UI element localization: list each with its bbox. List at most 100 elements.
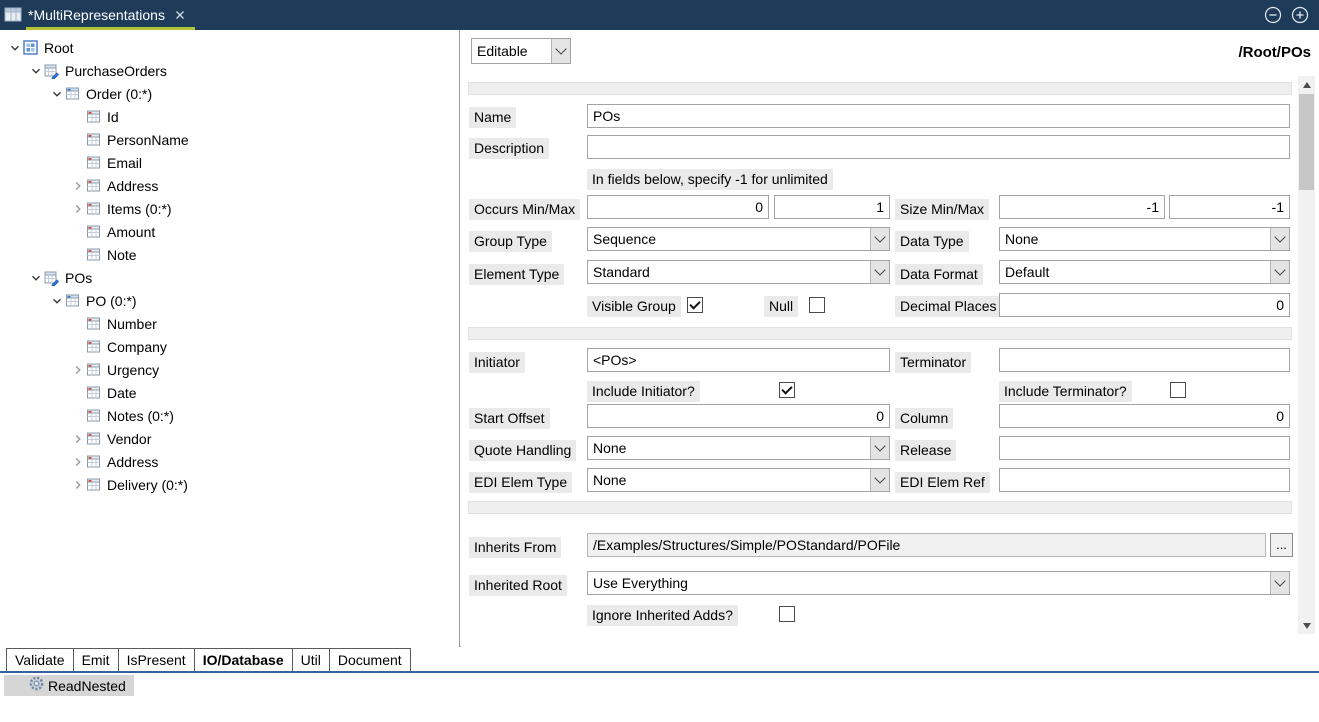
tree-item-order-0[interactable]: Order (0:*)	[0, 82, 459, 105]
dropdown-arrow-icon[interactable]	[1270, 228, 1289, 250]
tree-item-items-0[interactable]: Items (0:*)	[0, 197, 459, 220]
chevron-spacer	[69, 224, 86, 240]
name-input[interactable]	[587, 104, 1290, 128]
tree-item-amount[interactable]: Amount	[0, 220, 459, 243]
chevron-collapsed-icon[interactable]	[69, 178, 86, 194]
tab-ispresent[interactable]: IsPresent	[118, 648, 195, 671]
include-terminator-checkbox[interactable]	[1170, 382, 1186, 398]
tree-item-label: Notes (0:*)	[105, 408, 174, 424]
null-checkbox[interactable]	[809, 297, 825, 313]
tree-item-vendor[interactable]: Vendor	[0, 427, 459, 450]
chevron-expanded-icon[interactable]	[48, 86, 65, 102]
tree-item-label: PurchaseOrders	[63, 63, 167, 79]
tree-item-address[interactable]: Address	[0, 450, 459, 473]
release-label: Release	[895, 440, 956, 461]
release-input[interactable]	[999, 436, 1290, 460]
size-min-max-label: Size Min/Max	[895, 199, 989, 220]
tree-item-notes-0[interactable]: Notes (0:*)	[0, 404, 459, 427]
size-max-input[interactable]	[1169, 195, 1290, 219]
tree-item-urgency[interactable]: Urgency	[0, 358, 459, 381]
dropdown-arrow-icon[interactable]	[1270, 261, 1289, 283]
chevron-collapsed-icon[interactable]	[69, 362, 86, 378]
edi-elem-type-select[interactable]: None	[587, 468, 890, 492]
chevron-spacer	[69, 385, 86, 401]
tree-item-email[interactable]: Email	[0, 151, 459, 174]
description-input[interactable]	[587, 135, 1290, 159]
tree-item-note[interactable]: Note	[0, 243, 459, 266]
scroll-down-icon[interactable]	[1298, 617, 1315, 634]
edi-elem-ref-label: EDI Elem Ref	[895, 472, 990, 493]
scroll-up-icon[interactable]	[1298, 76, 1315, 93]
field-icon	[86, 224, 105, 240]
size-min-input[interactable]	[999, 195, 1165, 219]
tree-item-personname[interactable]: PersonName	[0, 128, 459, 151]
data-type-select[interactable]: None	[999, 227, 1290, 251]
tree-item-root[interactable]: Root	[0, 36, 459, 59]
tree-item-number[interactable]: Number	[0, 312, 459, 335]
chevron-expanded-icon[interactable]	[27, 63, 44, 79]
chevron-collapsed-icon[interactable]	[69, 477, 86, 493]
tree-item-date[interactable]: Date	[0, 381, 459, 404]
tab-emit[interactable]: Emit	[73, 648, 119, 671]
tree-item-label: Items (0:*)	[105, 201, 172, 217]
chevron-expanded-icon[interactable]	[6, 40, 23, 56]
include-initiator-checkbox[interactable]	[779, 382, 795, 398]
occurs-min-input[interactable]	[587, 195, 769, 219]
minimize-button[interactable]	[1264, 6, 1282, 24]
browse-button[interactable]: ...	[1270, 533, 1293, 557]
start-offset-label: Start Offset	[469, 408, 550, 429]
start-offset-input[interactable]	[587, 404, 890, 428]
quote-handling-select[interactable]: None	[587, 436, 890, 460]
chevron-expanded-icon[interactable]	[27, 270, 44, 286]
tree-item-label: Address	[105, 454, 158, 470]
tree-item-id[interactable]: Id	[0, 105, 459, 128]
tree-item-label: PO (0:*)	[84, 293, 137, 309]
dropdown-arrow-icon[interactable]	[1270, 572, 1289, 594]
chevron-expanded-icon[interactable]	[48, 293, 65, 309]
column-input[interactable]	[999, 404, 1290, 428]
scrollbar-thumb[interactable]	[1299, 94, 1314, 190]
edit-mode-select[interactable]: Editable	[471, 38, 571, 64]
tree-item-address[interactable]: Address	[0, 174, 459, 197]
tree-item-delivery-0[interactable]: Delivery (0:*)	[0, 473, 459, 496]
terminator-input[interactable]	[999, 348, 1290, 372]
titlebar: *MultiRepresentations	[0, 0, 1319, 30]
edi-elem-ref-input[interactable]	[999, 468, 1290, 492]
tree-item-purchaseorders[interactable]: PurchaseOrders	[0, 59, 459, 82]
tab-util[interactable]: Util	[292, 648, 330, 671]
element-type-value: Standard	[588, 261, 870, 283]
maximize-button[interactable]	[1291, 6, 1309, 24]
inherited-root-select[interactable]: Use Everything	[587, 571, 1290, 595]
chevron-spacer	[69, 316, 86, 332]
initiator-input[interactable]	[587, 348, 890, 372]
null-label: Null	[764, 296, 798, 317]
tab-validate[interactable]: Validate	[6, 648, 74, 671]
method-item-readnested[interactable]: ReadNested	[4, 675, 134, 696]
inherits-from-input[interactable]	[587, 533, 1266, 557]
chevron-collapsed-icon[interactable]	[69, 454, 86, 470]
element-type-select[interactable]: Standard	[587, 260, 890, 284]
document-tab[interactable]: *MultiRepresentations	[26, 0, 195, 30]
group-type-select[interactable]: Sequence	[587, 227, 890, 251]
tab-close-icon[interactable]	[175, 10, 185, 20]
ignore-inherited-adds-label: Ignore Inherited Adds?	[587, 605, 738, 626]
chevron-collapsed-icon[interactable]	[69, 201, 86, 217]
tree-item-po-0[interactable]: PO (0:*)	[0, 289, 459, 312]
decimal-places-input[interactable]	[999, 293, 1290, 317]
edi-elem-type-label: EDI Elem Type	[469, 472, 572, 493]
dropdown-arrow-icon[interactable]	[870, 228, 889, 250]
tab-io-database[interactable]: IO/Database	[194, 648, 293, 671]
dropdown-arrow-icon[interactable]	[551, 39, 570, 63]
data-format-select[interactable]: Default	[999, 260, 1290, 284]
tree-item-pos[interactable]: POs	[0, 266, 459, 289]
tab-document[interactable]: Document	[329, 648, 411, 671]
chevron-collapsed-icon[interactable]	[69, 431, 86, 447]
dropdown-arrow-icon[interactable]	[870, 261, 889, 283]
tree-item-company[interactable]: Company	[0, 335, 459, 358]
ignore-inherited-adds-checkbox[interactable]	[779, 606, 795, 622]
form-scrollbar[interactable]	[1298, 76, 1315, 634]
visible-group-checkbox[interactable]	[687, 297, 703, 313]
dropdown-arrow-icon[interactable]	[870, 437, 889, 459]
dropdown-arrow-icon[interactable]	[870, 469, 889, 491]
occurs-max-input[interactable]	[774, 195, 890, 219]
